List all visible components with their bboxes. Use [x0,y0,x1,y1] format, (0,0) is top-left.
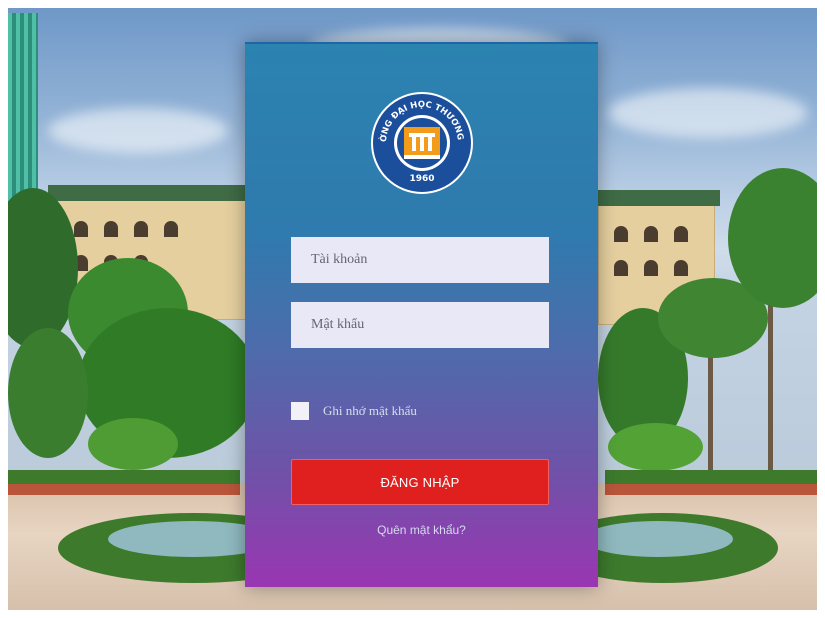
hedge [605,470,817,484]
shrub [608,423,703,471]
forgot-password-link[interactable]: Quên mật khẩu? [245,523,598,537]
login-card: TRƯỜNG ĐẠI HỌC THƯƠNG MẠI 1960 Ghi nhớ m… [245,42,598,587]
cloud [48,108,228,153]
username-input[interactable] [291,237,549,283]
logo-year: 1960 [409,174,434,184]
login-button[interactable]: ĐĂNG NHẬP [291,459,549,505]
university-emblem-icon: TRƯỜNG ĐẠI HỌC THƯƠNG MẠI 1960 [366,84,473,194]
hedge [8,470,240,484]
shrub [88,418,178,470]
cloud [608,88,808,138]
university-logo: TRƯỜNG ĐẠI HỌC THƯƠNG MẠI 1960 [366,84,474,195]
remember-checkbox[interactable] [291,402,309,420]
flower-bed [8,483,240,495]
password-input[interactable] [291,302,549,348]
remember-password[interactable]: Ghi nhớ mật khẩu [291,402,417,420]
remember-label: Ghi nhớ mật khẩu [323,403,417,418]
flower-bed [605,483,817,495]
scaffolding [8,13,38,203]
fountain-water-right [583,521,733,557]
tree [8,328,88,458]
